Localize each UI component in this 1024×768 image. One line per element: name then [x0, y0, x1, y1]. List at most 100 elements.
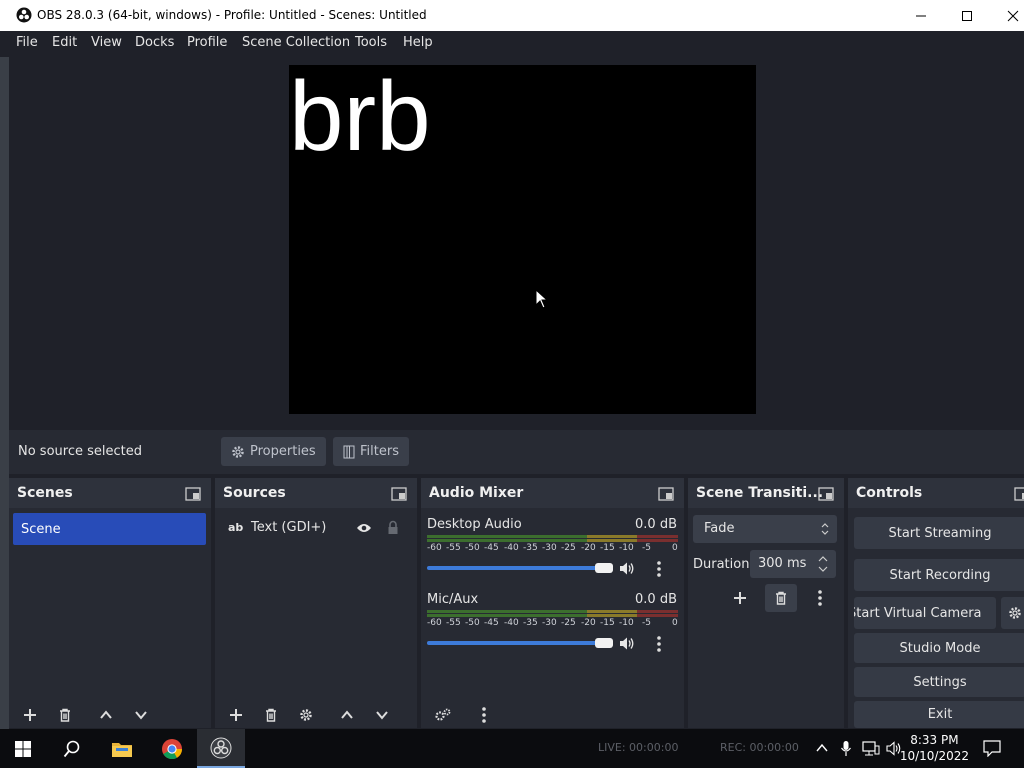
- menu-scene-collection[interactable]: Scene Collection: [242, 35, 350, 50]
- scale-tick: -40: [504, 618, 519, 628]
- audio-mixer-title: Audio Mixer: [429, 485, 524, 501]
- volume-slider-handle[interactable]: [595, 638, 613, 648]
- live-status: LIVE: 00:00:00: [598, 741, 679, 754]
- transition-properties-button[interactable]: [809, 587, 831, 609]
- volume-meter: [427, 535, 678, 542]
- maximize-icon: [962, 10, 972, 21]
- exit-button[interactable]: Exit: [854, 701, 1024, 728]
- menu-docks[interactable]: Docks: [135, 35, 174, 50]
- volume-slider[interactable]: [427, 641, 613, 645]
- undock-icon[interactable]: [658, 487, 674, 501]
- start-button[interactable]: [0, 729, 46, 768]
- maximize-button[interactable]: [944, 0, 990, 31]
- obs-taskbar-button[interactable]: [197, 729, 245, 768]
- network-icon[interactable]: [862, 741, 880, 757]
- scale-tick: -55: [446, 618, 461, 628]
- move-source-up-button[interactable]: [336, 704, 358, 726]
- scale-tick: -10: [619, 618, 634, 628]
- sources-dock: Sources ab Text (GDI+): [215, 478, 417, 728]
- add-transition-button[interactable]: [729, 587, 751, 609]
- undock-icon[interactable]: [185, 487, 201, 501]
- source-properties-button[interactable]: [295, 704, 317, 726]
- virtual-camera-settings-button[interactable]: [1001, 597, 1024, 629]
- filters-label: Filters: [360, 444, 399, 459]
- background-window-edge: [0, 57, 9, 729]
- move-scene-down-button[interactable]: [130, 704, 152, 726]
- chevron-up-icon[interactable]: [816, 743, 828, 753]
- menu-file[interactable]: File: [16, 35, 38, 50]
- notification-icon[interactable]: [983, 740, 1001, 757]
- menu-profile[interactable]: Profile: [187, 35, 227, 50]
- clock[interactable]: 8:33 PM 10/10/2022: [900, 732, 969, 764]
- audio-channel-menu-button[interactable]: [648, 633, 670, 655]
- undock-icon[interactable]: [391, 487, 407, 501]
- chrome-taskbar-button[interactable]: [149, 729, 195, 768]
- transition-select[interactable]: Fade: [693, 515, 837, 543]
- filters-button[interactable]: Filters: [333, 437, 409, 466]
- add-scene-button[interactable]: [19, 704, 41, 726]
- scale-tick: -30: [542, 543, 557, 553]
- volume-slider-handle[interactable]: [595, 563, 613, 573]
- volume-meter: [427, 610, 678, 617]
- scale-tick: 0: [672, 618, 678, 628]
- audio-channel-name: Desktop Audio: [427, 517, 522, 532]
- preview-text-source[interactable]: brb: [289, 67, 431, 165]
- scenes-title: Scenes: [17, 485, 73, 501]
- minimize-button[interactable]: [898, 0, 944, 31]
- scale-tick: -25: [561, 543, 576, 553]
- studio-mode-button[interactable]: Studio Mode: [854, 633, 1024, 663]
- preview-canvas[interactable]: brb: [289, 65, 756, 414]
- scene-list-item[interactable]: Scene: [13, 513, 206, 545]
- scale-tick: -35: [523, 543, 538, 553]
- eye-icon[interactable]: [356, 522, 372, 534]
- more-vertical-icon: [818, 590, 822, 606]
- start-virtual-camera-button[interactable]: Start Virtual Camera: [854, 597, 996, 629]
- menu-tools[interactable]: Tools: [355, 35, 387, 50]
- title-bar: OBS 28.0.3 (64-bit, windows) - Profile: …: [0, 0, 1024, 31]
- clock-date: 10/10/2022: [899, 749, 969, 763]
- advanced-audio-button[interactable]: [432, 704, 454, 726]
- move-scene-up-button[interactable]: [95, 704, 117, 726]
- audio-channel-db: 0.0 dB: [635, 517, 677, 532]
- start-recording-button[interactable]: Start Recording: [854, 559, 1024, 591]
- scale-tick: -45: [484, 618, 499, 628]
- move-source-down-button[interactable]: [371, 704, 393, 726]
- more-vertical-icon: [482, 707, 486, 723]
- transition-value: Fade: [704, 521, 735, 536]
- lock-icon[interactable]: [387, 520, 399, 535]
- mouse-cursor-icon: [535, 289, 549, 309]
- scene-transitions-dock-header: Scene Transiti...: [688, 478, 844, 508]
- clock-time: 8:33 PM: [910, 733, 959, 747]
- volume-slider[interactable]: [427, 566, 613, 570]
- duration-spinbox[interactable]: 300 ms: [750, 550, 836, 578]
- undock-icon[interactable]: [1014, 487, 1024, 501]
- remove-transition-button[interactable]: [765, 584, 797, 612]
- menu-edit[interactable]: Edit: [52, 35, 77, 50]
- properties-button[interactable]: Properties: [221, 437, 326, 466]
- scale-tick: 0: [672, 543, 678, 553]
- spin-arrows-icon[interactable]: [818, 555, 828, 573]
- microphone-icon[interactable]: [840, 740, 852, 757]
- remove-source-button[interactable]: [260, 704, 282, 726]
- start-streaming-button[interactable]: Start Streaming: [854, 517, 1024, 549]
- file-explorer-taskbar-button[interactable]: [99, 729, 145, 768]
- trash-icon: [60, 708, 70, 722]
- trash-icon: [776, 591, 786, 605]
- audio-mixer-menu-button[interactable]: [473, 704, 495, 726]
- remove-scene-button[interactable]: [54, 704, 76, 726]
- sources-toolbar: [215, 702, 417, 728]
- add-source-button[interactable]: [225, 704, 247, 726]
- source-list-item[interactable]: ab Text (GDI+): [223, 520, 408, 540]
- audio-channel-menu-button[interactable]: [648, 558, 670, 580]
- menu-help[interactable]: Help: [403, 35, 433, 50]
- scale-tick: -5: [642, 543, 651, 553]
- scale-tick: -5: [642, 618, 651, 628]
- trash-icon: [266, 708, 276, 722]
- menu-view[interactable]: View: [91, 35, 122, 50]
- close-button[interactable]: [990, 0, 1024, 31]
- speaker-icon[interactable]: [619, 561, 635, 576]
- search-button[interactable]: [49, 729, 95, 768]
- settings-button[interactable]: Settings: [854, 667, 1024, 697]
- undock-icon[interactable]: [818, 487, 834, 501]
- speaker-icon[interactable]: [619, 636, 635, 651]
